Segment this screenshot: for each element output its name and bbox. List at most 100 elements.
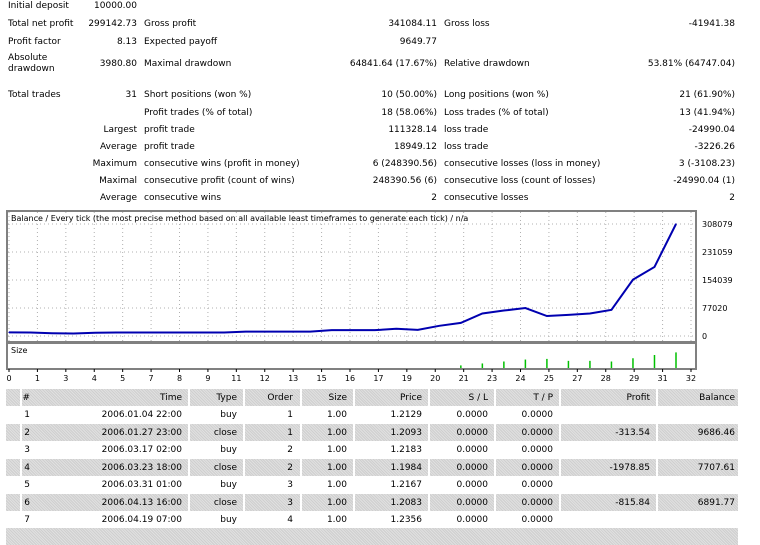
column-separator <box>20 389 22 406</box>
balance-chart: Balance / Every tick (the most precise m… <box>6 210 733 383</box>
column-separator <box>20 493 22 511</box>
column-separator <box>188 458 190 476</box>
gross-loss-value: -41941.38 <box>688 19 735 29</box>
max-consecutive-wins-label: consecutive wins (profit in money) <box>144 159 300 169</box>
average-consecutive-losses-label: consecutive losses <box>444 193 529 203</box>
expected-payoff-label: Expected payoff <box>144 37 218 47</box>
maximum-prefix: Maximum <box>92 159 137 169</box>
cell-sl: 0.0000 <box>456 480 489 490</box>
largest-profit-trade-value: 111328.14 <box>388 125 437 135</box>
cell-size: 1.00 <box>326 427 347 438</box>
size-pane-label: Size <box>11 346 28 355</box>
header-profit: Profit <box>626 393 650 403</box>
total-net-profit-value: 299142.73 <box>88 19 137 29</box>
table-row[interactable]: 2 2006.01.27 23:00 close 1 1.00 1.2093 0.0000 0… <box>6 423 738 441</box>
cell-type: close <box>213 427 237 438</box>
column-separator <box>353 423 355 441</box>
column-separator <box>353 493 355 511</box>
largest-prefix: Largest <box>103 125 137 135</box>
chart-title: Balance / Every tick (the most precise m… <box>11 214 468 223</box>
relative-drawdown-value: 53.81% (64747.04) <box>647 59 735 69</box>
cell-num: 5 <box>24 480 30 490</box>
average-loss-trade-label: loss trade <box>444 142 489 152</box>
x-tick-label: 1 <box>35 374 40 383</box>
max-consecutive-losses-label: consecutive losses (loss in money) <box>444 159 601 169</box>
header-tp: T / P <box>533 393 553 403</box>
cell-num: 2 <box>24 427 30 438</box>
column-separator <box>428 389 430 406</box>
cell-balance: 6891.77 <box>697 497 735 508</box>
cell-time: 2006.04.19 07:00 <box>101 515 182 525</box>
column-separator <box>300 458 302 476</box>
max-consecutive-losses-value: 3 (-3108.23) <box>678 159 735 169</box>
column-separator <box>300 493 302 511</box>
size-pane <box>6 342 697 370</box>
table-row[interactable]: 4 2006.03.23 18:00 close 2 1.00 1.1984 0.0000 0… <box>6 458 738 476</box>
table-row[interactable]: 6 2006.04.13 16:00 close 3 1.00 1.2083 0.0000 0… <box>6 493 738 511</box>
cell-size: 1.00 <box>326 515 347 525</box>
table-row[interactable]: 1 2006.01.04 22:00 buy 1 1.00 1.2129 0.0000 0.0… <box>6 406 738 423</box>
maximal-drawdown-value: 64841.64 (17.67%) <box>349 59 437 69</box>
loss-trades-label: Loss trades (% of total) <box>444 108 549 118</box>
y-tick-label: 0 <box>702 332 707 341</box>
gross-profit-label: Gross profit <box>144 19 197 29</box>
column-separator <box>188 493 190 511</box>
cell-time: 2006.01.27 23:00 <box>101 427 182 438</box>
cell-size: 1.00 <box>326 410 347 420</box>
column-separator <box>656 493 658 511</box>
column-separator <box>243 389 245 406</box>
x-tick-label: 21 <box>459 374 469 383</box>
cell-tp: 0.0000 <box>521 427 554 438</box>
maximal-consecutive-profit-value: 248390.56 (6) <box>372 176 437 186</box>
header-time: Time <box>159 393 182 403</box>
y-tick-label: 77020 <box>702 304 727 313</box>
column-separator <box>428 423 430 441</box>
column-separator <box>559 458 561 476</box>
cell-time: 2006.04.13 16:00 <box>101 497 182 508</box>
absolute-drawdown-value: 3980.80 <box>99 59 137 69</box>
cell-type: buy <box>220 480 237 490</box>
table-row[interactable]: 3 2006.03.17 02:00 buy 2 1.00 1.2183 0.0000 0.0… <box>6 441 738 458</box>
cell-balance: 7707.61 <box>697 462 735 473</box>
column-separator <box>656 389 658 406</box>
column-separator <box>656 423 658 441</box>
cell-size: 1.00 <box>326 497 347 508</box>
cell-tp: 0.0000 <box>521 480 554 490</box>
cell-order: 2 <box>287 445 293 455</box>
average-consecutive-losses-value: 2 <box>729 193 735 203</box>
column-separator <box>559 389 561 406</box>
expected-payoff-value: 9649.77 <box>399 37 437 47</box>
cell-type: close <box>213 462 237 473</box>
header-size: Size <box>328 393 347 403</box>
x-tick-label: 23 <box>487 374 497 383</box>
maximal-consecutive-loss-label: consecutive loss (count of losses) <box>444 176 596 186</box>
column-separator <box>243 493 245 511</box>
x-tick-label: 20 <box>430 374 440 383</box>
average-consecutive-prefix: Average <box>100 193 137 203</box>
x-tick-label: 32 <box>686 374 696 383</box>
cell-sl: 0.0000 <box>456 462 489 473</box>
x-tick-label: 29 <box>629 374 639 383</box>
profit-trades-value: 18 (58.06%) <box>381 108 437 118</box>
header-order: Order <box>267 393 293 403</box>
column-separator <box>20 423 22 441</box>
cell-type: buy <box>220 410 237 420</box>
average-prefix: Average <box>100 142 137 152</box>
balance-pane <box>6 210 697 343</box>
x-tick-label: 24 <box>515 374 525 383</box>
table-row[interactable]: 7 2006.04.19 07:00 buy 4 1.00 1.2356 0.0000 0.0… <box>6 511 738 528</box>
cell-time: 2006.03.23 18:00 <box>101 462 182 473</box>
column-separator <box>428 458 430 476</box>
gross-loss-label: Gross loss <box>444 19 490 29</box>
average-loss-trade-value: -3226.26 <box>694 142 735 152</box>
table-row[interactable]: 5 2006.03.31 01:00 buy 3 1.00 1.2167 0.0000 0.0… <box>6 476 738 493</box>
maximal-consecutive-loss-value: -24990.04 (1) <box>673 176 735 186</box>
x-tick-label: 28 <box>601 374 611 383</box>
cell-order: 3 <box>287 480 293 490</box>
column-separator <box>188 423 190 441</box>
y-tick-label: 308079 <box>702 220 733 229</box>
x-tick-label: 17 <box>373 374 383 383</box>
cell-order: 3 <box>287 497 293 508</box>
x-tick-label: 8 <box>177 374 182 383</box>
average-consecutive-wins-value: 2 <box>431 193 437 203</box>
